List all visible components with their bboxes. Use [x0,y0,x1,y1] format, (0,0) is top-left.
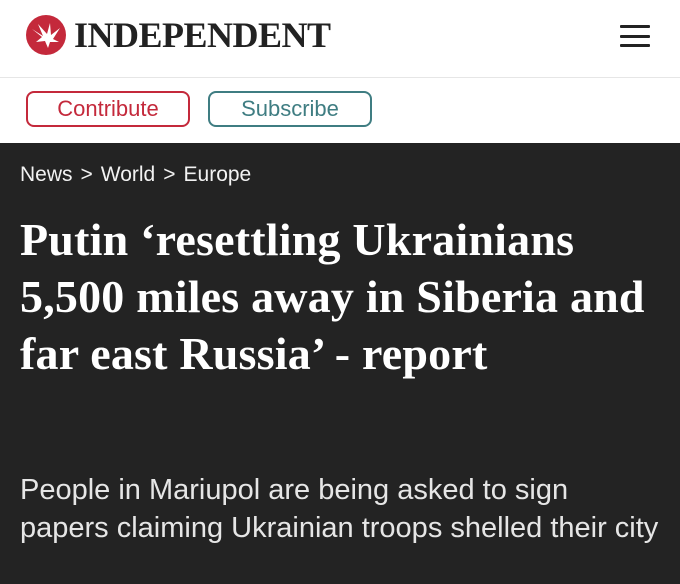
breadcrumb-separator: > [80,163,93,186]
contribute-button[interactable]: Contribute [26,91,190,127]
site-header: INDEPENDENT [0,0,680,78]
article-hero: News > World > Europe Putin ‘resettling … [0,143,680,584]
menu-bar [620,34,650,38]
site-logo[interactable]: INDEPENDENT [26,14,331,56]
breadcrumb-world[interactable]: World [101,163,155,187]
breadcrumb-europe[interactable]: Europe [184,163,252,187]
article-headline: Putin ‘resettling Ukrainians 5,500 miles… [20,214,645,379]
menu-bar [620,44,650,47]
menu-bar [620,25,650,28]
breadcrumb: News > World > Europe [20,163,251,187]
eagle-logo-icon [26,15,66,55]
breadcrumb-separator: > [163,163,176,186]
subscribe-button[interactable]: Subscribe [208,91,372,127]
article-standfirst: People in Mariupol are being asked to si… [20,474,659,544]
breadcrumb-news[interactable]: News [20,163,73,187]
site-logo-text: INDEPENDENT [74,15,331,55]
header-actions: Contribute Subscribe [0,78,680,144]
hamburger-menu-icon[interactable] [620,25,650,47]
